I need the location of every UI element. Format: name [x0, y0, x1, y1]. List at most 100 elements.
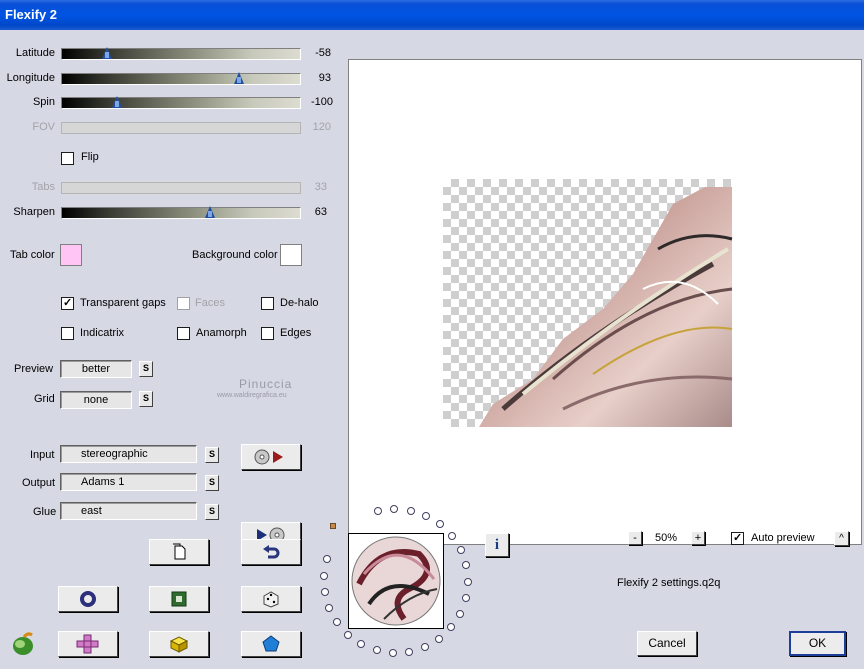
zoom-in-button[interactable]: + — [691, 531, 705, 545]
preset-dot[interactable] — [357, 640, 366, 649]
preset-dot[interactable] — [320, 571, 329, 580]
edges-checkbox[interactable] — [261, 327, 274, 340]
longitude-value: 93 — [318, 72, 331, 84]
check-mark-icon: ✓ — [63, 297, 73, 309]
tabs-label: Tabs — [31, 181, 55, 193]
latitude-slider[interactable] — [61, 47, 301, 61]
new-button[interactable] — [149, 539, 209, 565]
output-s-button[interactable]: S — [205, 475, 219, 491]
anamorph-checkbox[interactable] — [177, 327, 190, 340]
sharpen-label: Sharpen — [13, 206, 55, 218]
expand-preview-button[interactable]: ^ — [834, 531, 849, 546]
cube-icon — [169, 636, 189, 653]
glue-select[interactable]: east — [60, 502, 197, 520]
preview-image — [443, 179, 767, 427]
watermark-url: www.waldiregrafica.eu — [217, 392, 287, 399]
info-button[interactable]: i — [485, 533, 509, 557]
faces-label: Faces — [195, 297, 225, 309]
tabs-value: 33 — [314, 181, 327, 193]
fov-slider — [61, 122, 301, 134]
sphere-button[interactable] — [58, 586, 118, 612]
polyhedron-button[interactable] — [241, 631, 301, 657]
check-mark-icon: ✓ — [733, 532, 743, 544]
frame-button[interactable] — [149, 586, 209, 612]
spin-slider[interactable] — [61, 96, 301, 110]
preset-dot[interactable] — [343, 630, 352, 639]
latitude-label: Latitude — [15, 47, 55, 59]
random-button[interactable] — [241, 586, 301, 612]
preset-dot[interactable] — [372, 646, 381, 655]
preset-dot[interactable] — [323, 555, 332, 564]
cancel-button[interactable]: Cancel — [637, 631, 697, 656]
grid-s-button[interactable]: S — [139, 391, 153, 407]
square-frame-icon — [171, 591, 187, 607]
preset-dot[interactable] — [456, 545, 465, 554]
undo-arrow-icon — [263, 545, 280, 559]
preset-dot[interactable] — [463, 577, 472, 586]
cross-net-icon — [76, 634, 99, 654]
preset-dot[interactable] — [405, 647, 414, 656]
latitude-value: -58 — [315, 47, 331, 59]
undo-button[interactable] — [241, 539, 301, 565]
ring-icon — [80, 591, 96, 607]
latitude-slider-thumb[interactable] — [102, 47, 113, 61]
output-projection-select[interactable]: Adams 1 — [60, 473, 197, 491]
watermark-name: Pinuccia — [239, 377, 293, 391]
glue-s-button[interactable]: S — [205, 504, 219, 520]
thumbnail-handle[interactable] — [330, 523, 336, 529]
tab-color-swatch[interactable] — [60, 244, 82, 266]
disc-play-icon — [254, 449, 283, 465]
grid-label: Grid — [34, 393, 55, 405]
spin-slider-thumb[interactable] — [111, 96, 122, 110]
tabs-slider — [61, 182, 301, 194]
longitude-slider[interactable] — [61, 72, 301, 86]
dice-icon — [263, 591, 279, 608]
pentagon-icon — [262, 635, 280, 652]
preset-dot[interactable] — [447, 623, 456, 632]
input-s-button[interactable]: S — [205, 447, 219, 463]
preset-dot[interactable] — [435, 634, 444, 643]
sharpen-slider-thumb[interactable] — [204, 206, 215, 220]
ok-button[interactable]: OK — [789, 631, 846, 656]
tab-color-label: Tab color — [10, 249, 55, 261]
load-input-button[interactable] — [241, 444, 301, 470]
window-title: Flexify 2 — [5, 7, 58, 22]
flexify-logo-icon — [13, 632, 33, 655]
anamorph-label: Anamorph — [196, 327, 247, 339]
indicatrix-checkbox[interactable] — [61, 327, 74, 340]
indicatrix-label: Indicatrix — [80, 327, 125, 339]
de-halo-checkbox[interactable] — [261, 297, 274, 310]
longitude-slider-thumb[interactable] — [234, 72, 245, 86]
preview-canvas[interactable] — [348, 59, 862, 545]
preset-dot[interactable] — [462, 561, 471, 570]
preset-dot[interactable] — [388, 648, 397, 657]
cube-button[interactable] — [149, 631, 209, 657]
edges-label: Edges — [280, 327, 312, 339]
main-panel: Latitude -58 Longitude 93 Spin -100 FOV … — [0, 30, 864, 669]
preset-dot[interactable] — [448, 531, 457, 540]
preset-dot[interactable] — [325, 603, 334, 612]
preset-dot[interactable] — [320, 587, 329, 596]
background-color-swatch[interactable] — [280, 244, 302, 266]
preset-dot[interactable] — [421, 642, 430, 651]
preview-quality-s-button[interactable]: S — [139, 361, 153, 377]
preset-dot[interactable] — [333, 618, 342, 627]
preset-dot[interactable] — [406, 506, 415, 515]
auto-preview-checkbox[interactable]: ✓ — [731, 532, 744, 545]
grid-select[interactable]: none — [60, 391, 132, 409]
fov-value: 120 — [312, 121, 331, 133]
cross-button[interactable] — [58, 631, 118, 657]
sharpen-slider[interactable] — [61, 206, 301, 220]
preset-dot[interactable] — [456, 609, 465, 618]
preset-dot[interactable] — [461, 594, 470, 603]
flip-checkbox[interactable] — [61, 152, 74, 165]
thumbnail-preview[interactable] — [348, 533, 444, 629]
background-color-label: Background color — [192, 249, 278, 261]
zoom-out-button[interactable]: - — [628, 531, 642, 545]
glue-label: Glue — [33, 506, 57, 518]
input-projection-select[interactable]: stereographic — [60, 445, 197, 463]
longitude-label: Longitude — [6, 72, 55, 84]
settings-filename: Flexify 2 settings.q2q — [617, 577, 721, 589]
transparent-gaps-checkbox[interactable]: ✓ — [61, 297, 74, 310]
preview-quality-select[interactable]: better — [60, 360, 132, 378]
